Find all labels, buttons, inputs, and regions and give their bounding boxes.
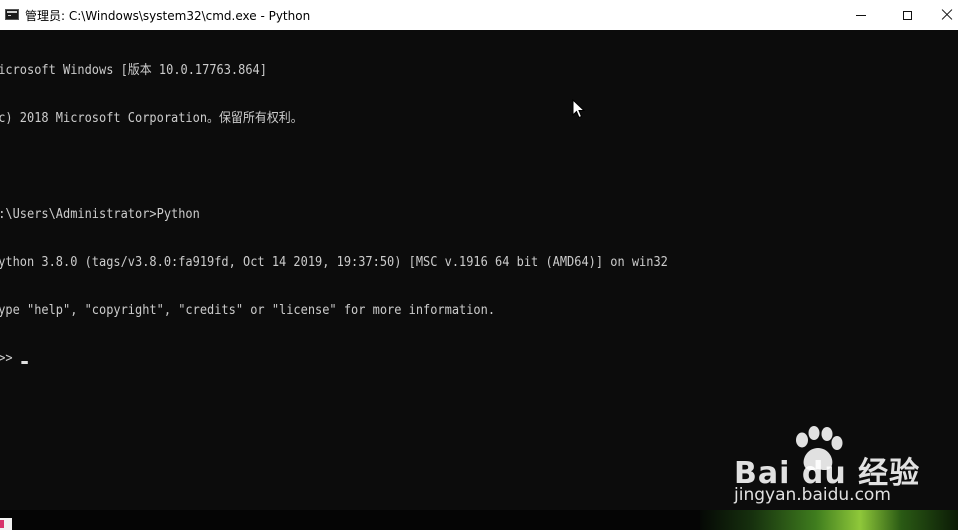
mouse-pointer-icon (572, 99, 586, 119)
console-line: Microsoft Windows [版本 10.0.17763.864] (0, 63, 267, 78)
maximize-icon (902, 10, 912, 20)
close-icon (941, 9, 953, 21)
python-prompt: >>> (0, 351, 13, 366)
console-output[interactable]: Microsoft Windows [版本 10.0.17763.864] (c… (0, 31, 958, 509)
close-button[interactable] (924, 0, 958, 30)
title-bar[interactable]: 管理员: C:\Windows\system32\cmd.exe - Pytho… (0, 0, 958, 30)
minimize-icon (856, 14, 866, 16)
console-line: Python 3.8.0 (tags/v3.8.0:fa919fd, Oct 1… (0, 255, 668, 270)
window-title: 管理员: C:\Windows\system32\cmd.exe - Pytho… (25, 9, 311, 23)
desktop-strip (0, 510, 958, 530)
cmd-window: 管理员: C:\Windows\system32\cmd.exe - Pytho… (0, 0, 958, 530)
desktop-wallpaper (700, 510, 958, 530)
console-prompt-line[interactable]: >>> (0, 351, 881, 367)
console-line: C:\Users\Administrator>Python (0, 207, 200, 222)
minimize-button[interactable] (838, 0, 884, 30)
text-cursor (21, 361, 29, 364)
console-line: Type "help", "copyright", "credits" or "… (0, 303, 496, 318)
taskbar-app-icon[interactable] (0, 518, 12, 530)
cmd-icon[interactable] (5, 9, 19, 20)
console-line: (c) 2018 Microsoft Corporation。保留所有权利。 (0, 111, 303, 126)
